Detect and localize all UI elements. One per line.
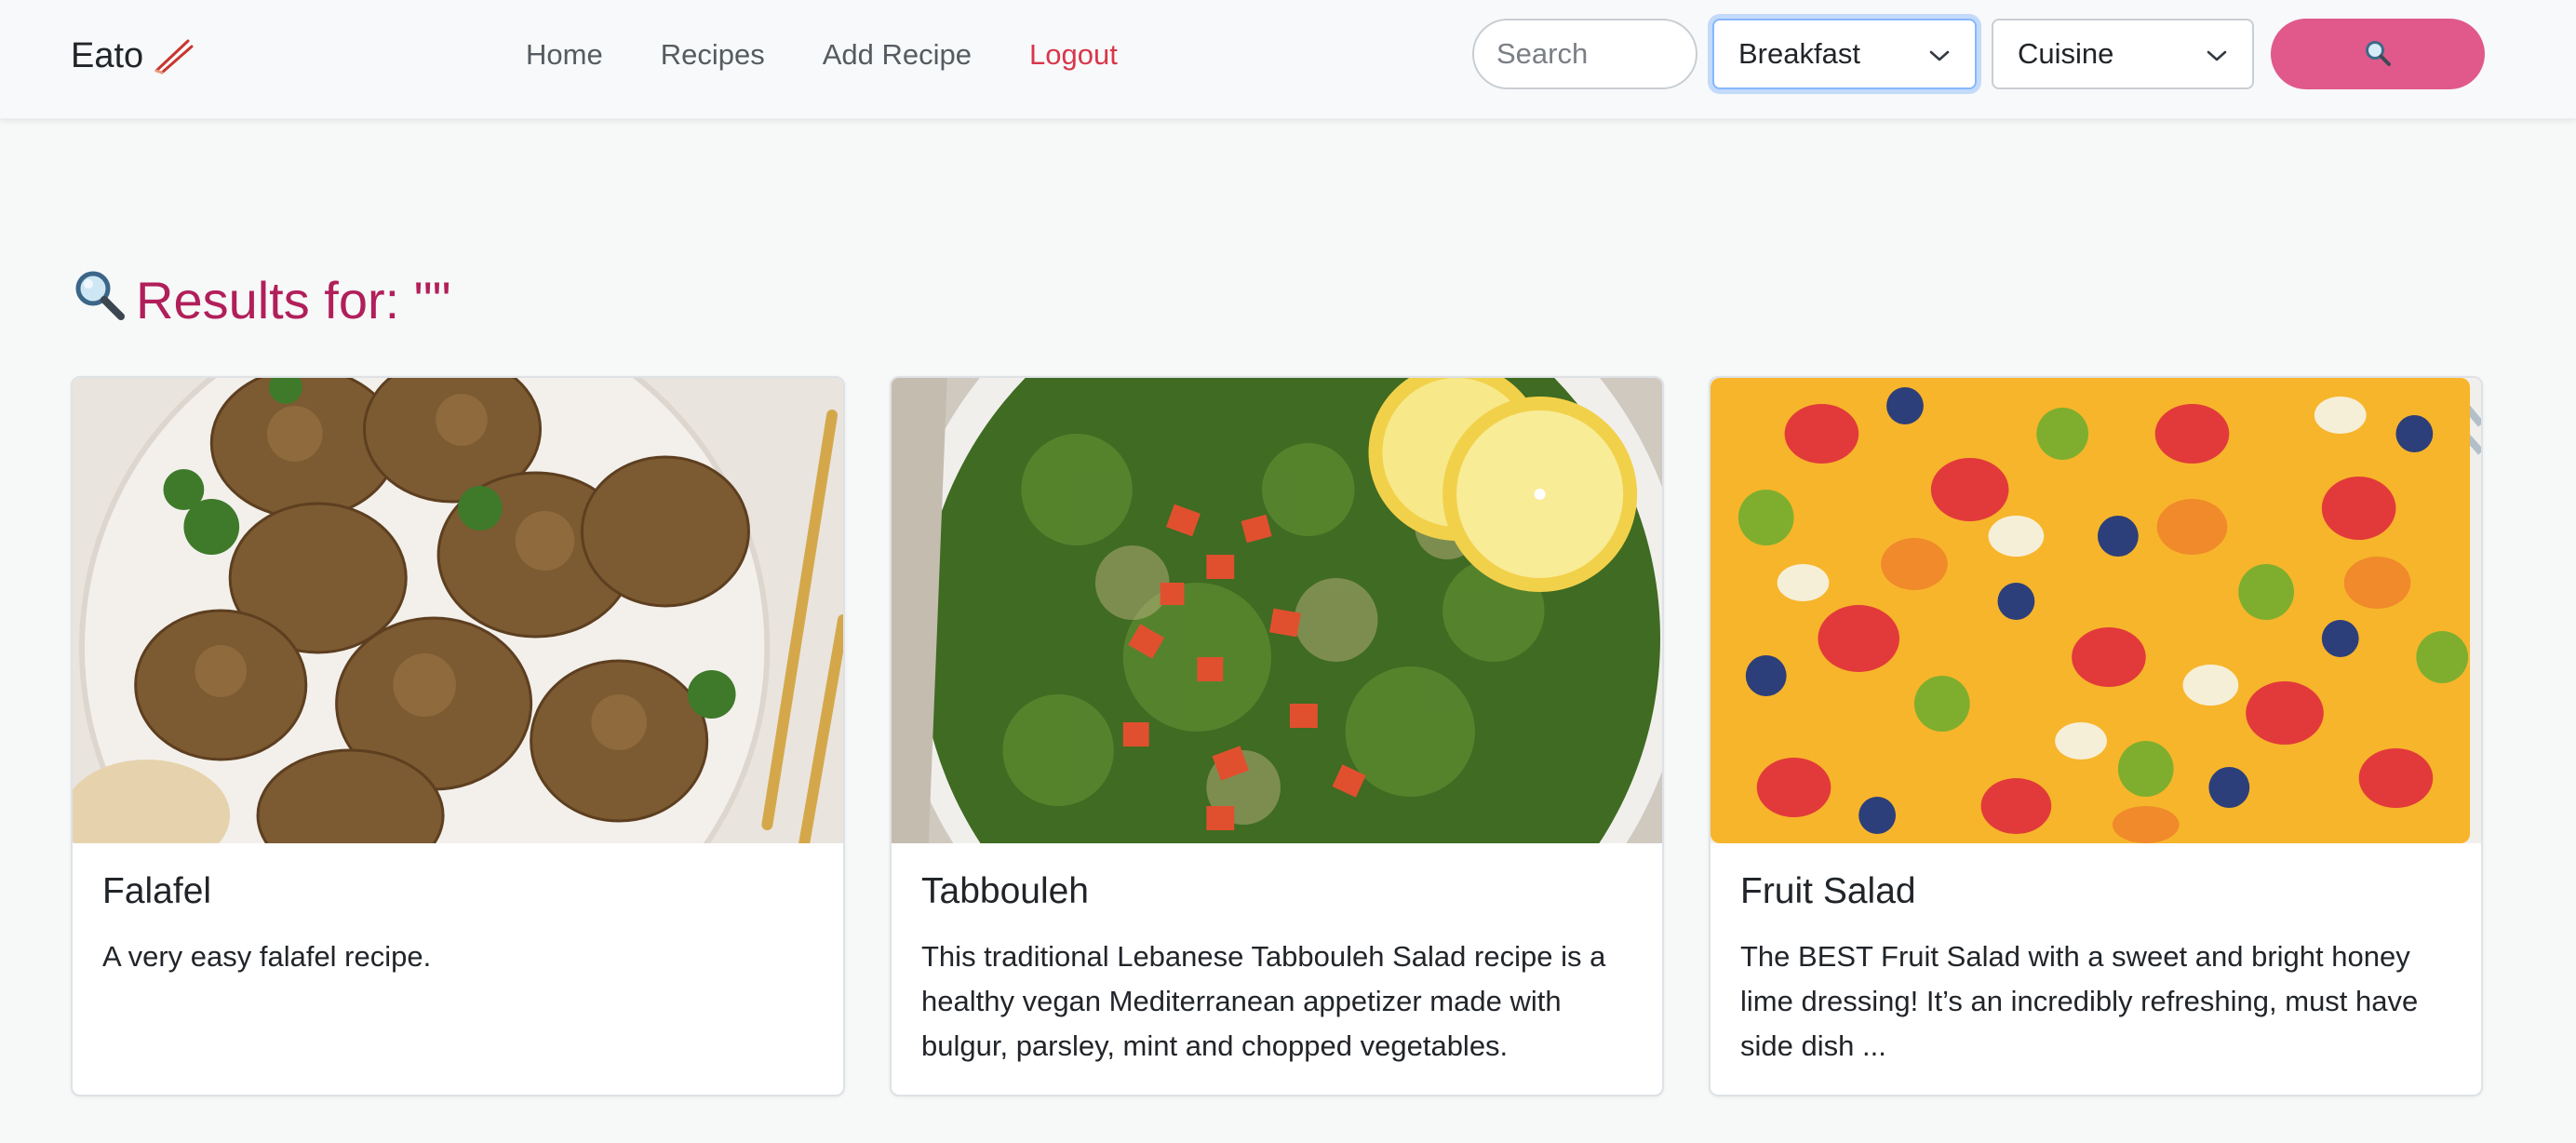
nav-add-recipe-link[interactable]: Add Recipe — [794, 38, 1000, 72]
recipe-card[interactable]: Falafel A very easy falafel recipe. — [71, 376, 845, 1096]
cuisine-select-value: Cuisine — [2018, 37, 2114, 70]
search-button[interactable] — [2271, 19, 2485, 89]
nav-home-link[interactable]: Home — [497, 38, 632, 72]
navbar: Eato Home Recipes Add Recipe Logout Brea… — [0, 0, 2576, 119]
recipe-card[interactable]: Tabbouleh This traditional Lebanese Tabb… — [890, 376, 1664, 1096]
brand-name[interactable]: Eato — [71, 36, 143, 76]
recipe-card-text: This traditional Lebanese Tabbouleh Sala… — [921, 940, 1606, 1062]
search-input[interactable] — [1472, 19, 1697, 89]
falafel-photo[interactable] — [73, 378, 843, 843]
results-heading-text: Results for: "" — [136, 270, 451, 329]
chevron-down-icon — [2206, 37, 2228, 71]
recipe-card-title[interactable]: Tabbouleh — [921, 871, 1632, 912]
brand[interactable]: Eato — [71, 30, 194, 82]
recipe-card-text: The BEST Fruit Salad with a sweet and br… — [1740, 940, 2419, 1062]
nav-logout-link[interactable]: Logout — [1000, 38, 1147, 72]
nav-links: Home Recipes Add Recipe Logout — [497, 26, 1147, 84]
category-select[interactable]: Breakfast — [1712, 19, 1977, 89]
fruit-salad-photo[interactable] — [1711, 378, 2481, 843]
recipe-card[interactable]: Fruit Salad The BEST Fruit Salad with a … — [1709, 376, 2483, 1096]
magnifier-icon — [71, 267, 127, 333]
chevron-down-icon — [1928, 37, 1951, 71]
recipe-card-title[interactable]: Falafel — [102, 871, 813, 912]
chopsticks-icon — [153, 37, 194, 74]
recipe-card-text: A very easy falafel recipe. — [102, 940, 432, 973]
category-select-value: Breakfast — [1738, 37, 1860, 70]
cuisine-select[interactable]: Cuisine — [1992, 19, 2254, 89]
tabbouleh-photo[interactable] — [892, 378, 1662, 843]
magnifier-icon — [2364, 39, 2392, 70]
nav-recipes-link[interactable]: Recipes — [632, 38, 794, 72]
recipe-card-title[interactable]: Fruit Salad — [1740, 871, 2451, 912]
results-heading: Results for: "" — [71, 266, 451, 333]
